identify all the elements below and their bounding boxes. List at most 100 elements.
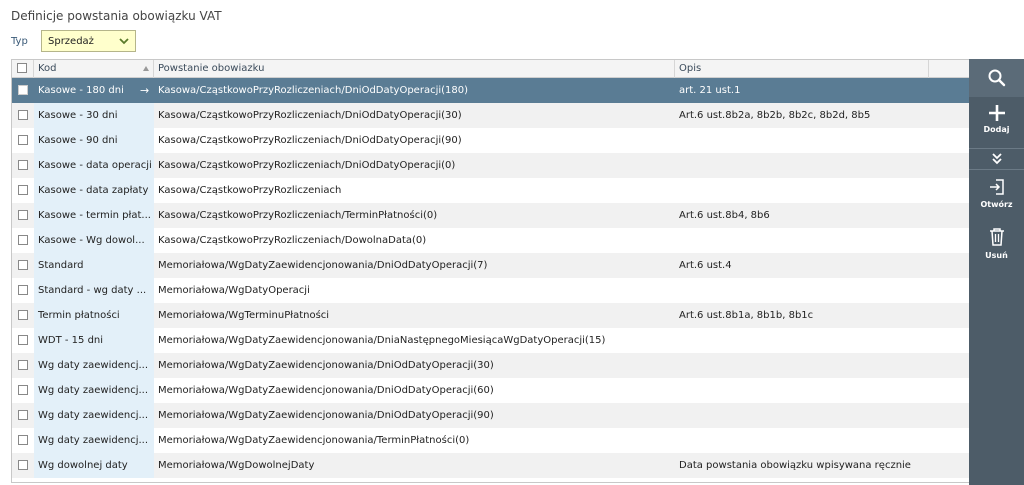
open-button[interactable]: Otwórz — [969, 178, 1024, 209]
typ-select-value: Sprzedaż — [48, 35, 94, 47]
cell-opis — [675, 403, 929, 428]
cell-powstanie: Kasowa/CząstkowoPrzyRozliczeniach/Dowoln… — [158, 235, 427, 246]
row-checkbox[interactable] — [18, 85, 28, 95]
right-toolbar: Dodaj Otwórz Usuń — [969, 59, 1024, 485]
plus-icon — [988, 105, 1005, 121]
grid-header: Kod Powstanie obowiazku Opis — [12, 60, 969, 78]
cell-powstanie: Memoriałowa/WgDatyOperacji — [158, 285, 310, 296]
table-row[interactable]: Wg daty zaewidencj... Memoriałowa/WgDatyZ… — [12, 378, 969, 403]
row-checkbox[interactable] — [18, 110, 28, 120]
row-checkbox-cell[interactable] — [12, 303, 34, 328]
cell-kod: Standard - wg daty ... — [34, 278, 154, 303]
add-button[interactable]: Dodaj — [969, 103, 1024, 134]
cell-kod: Wg dowolnej daty — [34, 453, 154, 478]
column-header-opis[interactable]: Opis — [675, 60, 929, 78]
row-checkbox[interactable] — [18, 310, 28, 320]
chevron-down-icon — [119, 38, 129, 45]
row-checkbox[interactable] — [18, 460, 28, 470]
current-row-arrow-icon: → — [140, 84, 150, 97]
cell-powstanie: Kasowa/CząstkowoPrzyRozliczeniach/DniOdD… — [158, 135, 462, 146]
expand-button[interactable] — [969, 152, 1024, 166]
table-row[interactable]: Wg daty zaewidencj... Memoriałowa/WgDatyZ… — [12, 353, 969, 378]
table-row[interactable]: Kasowe - 90 dni Kasowa/CząstkowoPrzyRozli… — [12, 128, 969, 153]
cell-opis: Art.6 ust.8b4, 8b6 — [679, 210, 770, 221]
typ-label: Typ — [11, 36, 28, 47]
row-checkbox[interactable] — [18, 235, 28, 245]
table-row[interactable]: Standard Memoriałowa/WgDatyZaewidencjonow… — [12, 253, 969, 278]
header-select-all[interactable] — [12, 60, 34, 78]
row-checkbox-cell[interactable] — [12, 228, 34, 253]
cell-powstanie: Memoriałowa/WgDowolnejDaty — [158, 460, 315, 471]
row-checkbox-cell[interactable] — [12, 153, 34, 178]
cell-kod: Standard — [34, 253, 154, 278]
cell-opis — [675, 378, 929, 403]
row-checkbox[interactable] — [18, 360, 28, 370]
row-checkbox-cell[interactable] — [12, 328, 34, 353]
table-row[interactable]: Termin płatności Memoriałowa/WgTerminuPła… — [12, 303, 969, 328]
row-checkbox[interactable] — [18, 435, 28, 445]
cell-opis: art. 21 ust.1 — [679, 85, 741, 96]
row-checkbox-cell[interactable] — [12, 178, 34, 203]
row-checkbox[interactable] — [18, 410, 28, 420]
table-row[interactable]: Wg daty zaewidencj... Memoriałowa/WgDatyZ… — [12, 403, 969, 428]
table-row[interactable]: Wg daty zaewidencj... Memoriałowa/WgDatyZ… — [12, 428, 969, 453]
row-checkbox[interactable] — [18, 285, 28, 295]
table-row[interactable]: WDT - 15 dni Memoriałowa/WgDatyZaewidencj… — [12, 328, 969, 353]
cell-powstanie: Kasowa/CząstkowoPrzyRozliczeniach/DniOdD… — [158, 160, 456, 171]
open-icon — [989, 179, 1004, 195]
search-icon — [988, 69, 1005, 87]
row-checkbox-cell[interactable] — [12, 278, 34, 303]
table-row[interactable]: Kasowe - Wg dowol... Kasowa/CząstkowoPrzy… — [12, 228, 969, 253]
row-checkbox-cell[interactable] — [12, 353, 34, 378]
row-checkbox-cell[interactable] — [12, 78, 34, 103]
row-checkbox-cell[interactable] — [12, 378, 34, 403]
row-checkbox[interactable] — [18, 385, 28, 395]
cell-opis — [675, 328, 929, 353]
row-checkbox[interactable] — [18, 335, 28, 345]
cell-kod: Kasowe - 30 dni — [34, 103, 154, 128]
column-header-kod[interactable]: Kod — [34, 60, 154, 78]
grid-rows: Kasowe - 180 dni Kasowa/CząstkowoPrzyRozl… — [12, 78, 969, 478]
table-row[interactable]: Wg dowolnej daty Memoriałowa/WgDowolnejDa… — [12, 453, 969, 478]
row-checkbox-cell[interactable] — [12, 428, 34, 453]
sort-ascending-icon — [143, 66, 149, 71]
cell-opis: Art.6 ust.8b2a, 8b2b, 8b2c, 8b2d, 8b5 — [679, 110, 871, 121]
table-row[interactable]: Kasowe - 180 dni Kasowa/CząstkowoPrzyRozl… — [12, 78, 969, 103]
row-checkbox-cell[interactable] — [12, 453, 34, 478]
cell-kod: Termin płatności — [34, 303, 154, 328]
table-row[interactable]: Kasowe - data zapłaty Kasowa/CząstkowoPrz… — [12, 178, 969, 203]
cell-kod: Wg daty zaewidencj... — [34, 403, 154, 428]
row-checkbox[interactable] — [18, 210, 28, 220]
row-checkbox-cell[interactable] — [12, 103, 34, 128]
cell-kod: Kasowe - data operacji — [34, 153, 154, 178]
cell-kod: Kasowe - 180 dni — [34, 78, 154, 103]
select-all-checkbox[interactable] — [17, 63, 27, 73]
table-row[interactable]: Kasowe - 30 dni Kasowa/CząstkowoPrzyRozli… — [12, 103, 969, 128]
delete-button-label: Usuń — [985, 251, 1008, 260]
cell-powstanie: Memoriałowa/WgTerminuPłatności — [158, 310, 330, 321]
row-checkbox-cell[interactable] — [12, 128, 34, 153]
open-button-label: Otwórz — [980, 200, 1013, 209]
typ-select[interactable]: Sprzedaż — [41, 30, 136, 52]
cell-opis — [675, 178, 929, 203]
column-header-powstanie[interactable]: Powstanie obowiazku — [154, 60, 675, 78]
table-row[interactable]: Kasowe - termin płat... Kasowa/CząstkowoP… — [12, 203, 969, 228]
add-button-label: Dodaj — [983, 125, 1010, 134]
column-header-powstanie-label: Powstanie obowiazku — [158, 63, 265, 74]
cell-powstanie: Memoriałowa/WgDatyZaewidencjonowania/Dni… — [158, 335, 606, 346]
row-checkbox-cell[interactable] — [12, 203, 34, 228]
row-checkbox-cell[interactable] — [12, 253, 34, 278]
cell-opis — [675, 278, 929, 303]
cell-kod: Wg daty zaewidencj... — [34, 428, 154, 453]
row-checkbox-cell[interactable] — [12, 403, 34, 428]
row-checkbox[interactable] — [18, 185, 28, 195]
cell-powstanie: Memoriałowa/WgDatyZaewidencjonowania/Dni… — [158, 385, 494, 396]
column-header-opis-label: Opis — [679, 63, 702, 74]
row-checkbox[interactable] — [18, 260, 28, 270]
search-button[interactable] — [969, 68, 1024, 88]
row-checkbox[interactable] — [18, 160, 28, 170]
delete-button[interactable]: Usuń — [969, 227, 1024, 260]
table-row[interactable]: Standard - wg daty ... Memoriałowa/WgDaty… — [12, 278, 969, 303]
row-checkbox[interactable] — [18, 135, 28, 145]
table-row[interactable]: Kasowe - data operacji Kasowa/CząstkowoPr… — [12, 153, 969, 178]
